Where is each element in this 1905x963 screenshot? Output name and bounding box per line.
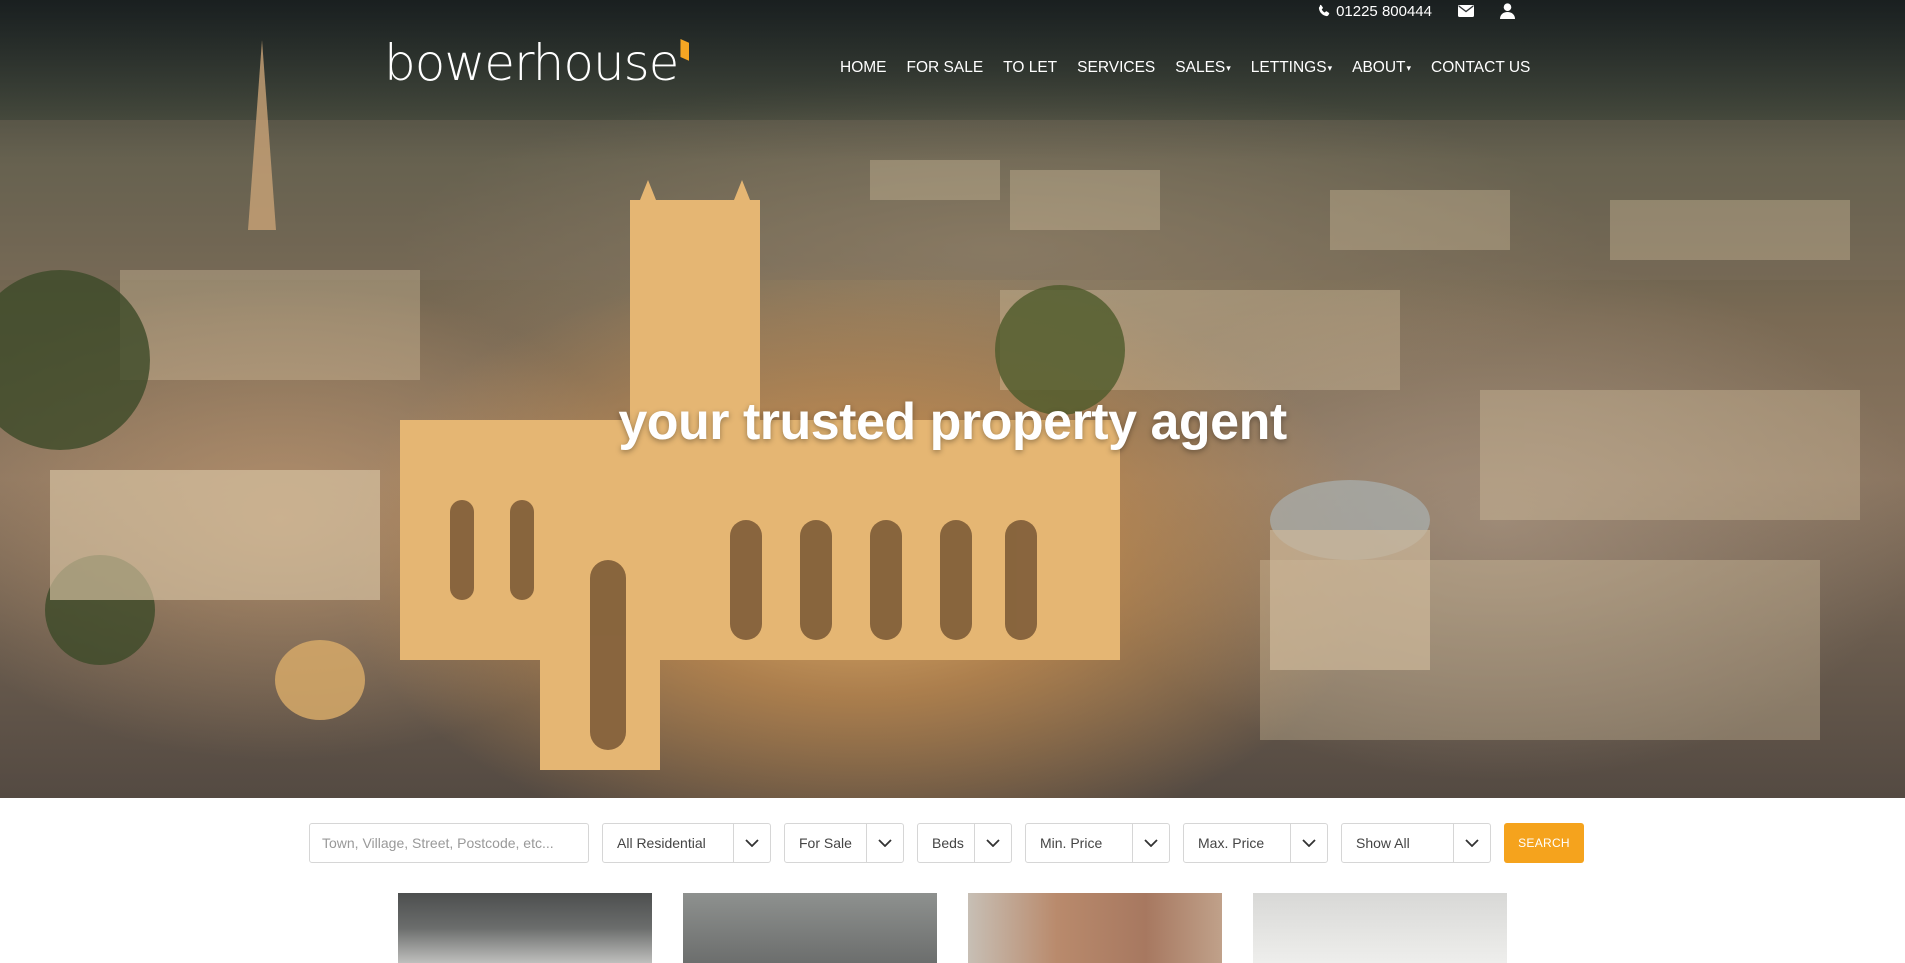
property-cards [398, 893, 1507, 963]
search-button[interactable]: SEARCH [1504, 823, 1584, 863]
phone-link[interactable]: 01225 800444 [1317, 3, 1432, 20]
caret-down-icon: ▾ [1406, 63, 1412, 73]
location-search-input[interactable] [309, 823, 589, 863]
status-value: For Sale [799, 835, 852, 851]
phone-number: 01225 800444 [1336, 2, 1432, 20]
nav-for-sale[interactable]: FOR SALE [897, 57, 994, 79]
property-card-image[interactable] [1253, 893, 1507, 963]
caret-down-icon: ▾ [1226, 63, 1231, 73]
top-contact-bar: 01225 800444 [1317, 0, 1515, 22]
logo-text: bowerhouse [384, 34, 679, 92]
hero-tagline: your trusted property agent [618, 393, 1287, 451]
chevron-down-icon [733, 824, 770, 862]
show-select[interactable]: Show All [1341, 823, 1491, 863]
nav-contact-us[interactable]: CONTACT US [1421, 57, 1540, 79]
caret-down-icon: ▾ [1327, 63, 1333, 73]
nav-lettings[interactable]: LETTINGS▾ [1241, 57, 1342, 79]
nav-about[interactable]: ABOUT▾ [1342, 57, 1421, 79]
logo-mark-icon [680, 39, 690, 61]
hero-banner: 01225 800444 bowerhouse HOME FOR SALE TO… [0, 0, 1905, 798]
property-search-form: All Residential For Sale Beds Min. Price… [309, 823, 1584, 863]
beds-select[interactable]: Beds [917, 823, 1012, 863]
max-price-value: Max. Price [1198, 835, 1265, 851]
logo[interactable]: bowerhouse [384, 34, 690, 92]
nav-home[interactable]: HOME [830, 57, 897, 79]
property-card-image[interactable] [968, 893, 1222, 963]
max-price-select[interactable]: Max. Price [1183, 823, 1328, 863]
property-card-image[interactable] [683, 893, 937, 963]
main-nav: HOME FOR SALE TO LET SERVICES SALES▾ LET… [830, 57, 1540, 79]
chevron-down-icon [866, 824, 903, 862]
show-value: Show All [1356, 835, 1410, 851]
chevron-down-icon [974, 824, 1011, 862]
property-type-select[interactable]: All Residential [602, 823, 771, 863]
chevron-down-icon [1290, 824, 1327, 862]
chevron-down-icon [1132, 824, 1169, 862]
nav-services[interactable]: SERVICES [1067, 57, 1165, 79]
user-icon[interactable] [1500, 3, 1515, 19]
phone-icon [1317, 4, 1331, 18]
property-card-image[interactable] [398, 893, 652, 963]
chevron-down-icon [1453, 824, 1490, 862]
min-price-value: Min. Price [1040, 835, 1103, 851]
nav-to-let[interactable]: TO LET [993, 57, 1067, 79]
envelope-icon[interactable] [1458, 5, 1474, 17]
beds-value: Beds [932, 835, 964, 851]
min-price-select[interactable]: Min. Price [1025, 823, 1170, 863]
nav-sales[interactable]: SALES▾ [1165, 57, 1241, 79]
status-select[interactable]: For Sale [784, 823, 904, 863]
property-type-value: All Residential [617, 835, 706, 851]
